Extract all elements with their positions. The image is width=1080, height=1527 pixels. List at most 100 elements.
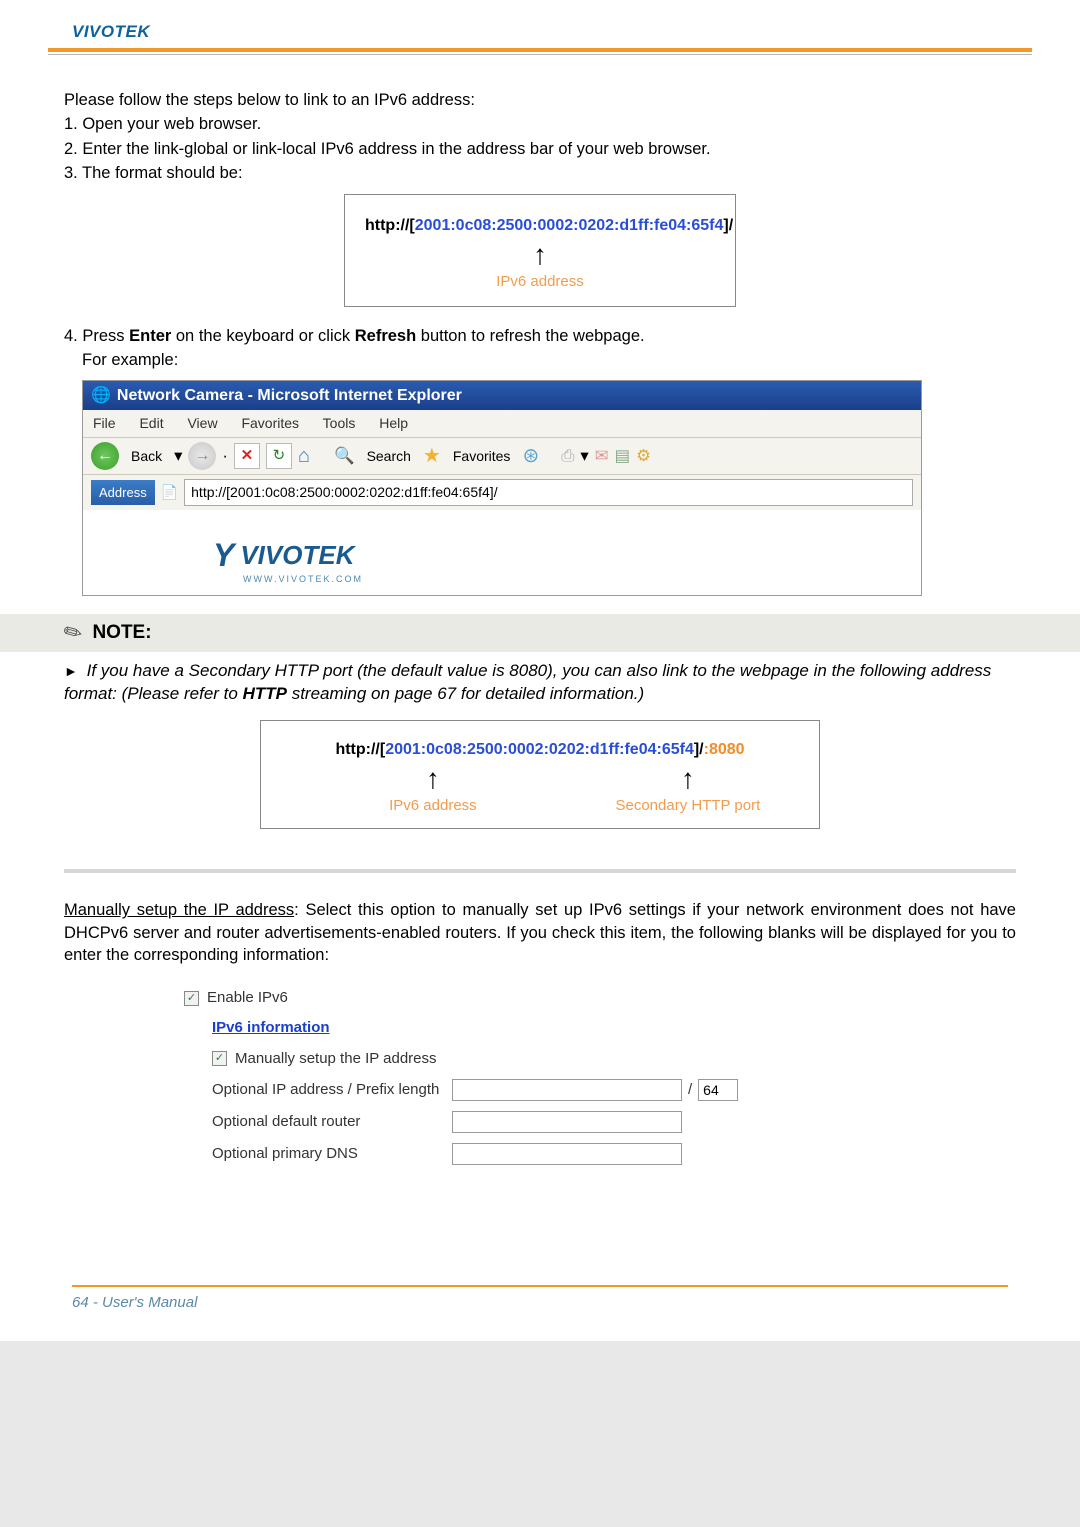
page-footer: 64 - User's Manual xyxy=(0,1175,1080,1341)
favorites-label[interactable]: Favorites xyxy=(447,445,517,468)
enable-ipv6-checkbox[interactable]: ✓ xyxy=(184,991,199,1006)
step-4: 4. Press Enter on the keyboard or click … xyxy=(64,325,1016,347)
optional-router-label: Optional default router xyxy=(212,1112,452,1132)
url-format-text: http://[2001:0c08:2500:0002:0202:d1ff:fe… xyxy=(365,215,715,237)
optional-dns-label: Optional primary DNS xyxy=(212,1144,452,1164)
browser-titlebar: 🌐 Network Camera - Microsoft Internet Ex… xyxy=(83,381,921,411)
intro-line: Please follow the steps below to link to… xyxy=(64,89,1016,111)
browser-toolbar: ← Back ▾ → · ✕ ↻ ⌂ 🔍 Search ★ Favorites … xyxy=(83,438,921,475)
ipv6-information-link[interactable]: IPv6 information xyxy=(212,1018,330,1038)
logo-subtext: WWW.VIVOTEK.COM xyxy=(243,573,921,585)
toolbar-extra-3-icon[interactable]: ▤ xyxy=(615,445,631,467)
url2-port: 8080 xyxy=(709,741,745,759)
note-text-post: streaming on page 67 for detailed inform… xyxy=(287,684,644,703)
home-button-icon[interactable]: ⌂ xyxy=(298,443,310,470)
section-divider xyxy=(64,869,1016,873)
arrow-up-icon: ↑ xyxy=(533,241,547,269)
optional-ip-label: Optional IP address / Prefix length xyxy=(212,1080,452,1100)
ie-logo-icon: 🌐 xyxy=(91,385,111,407)
media-button-icon[interactable]: ⊛ xyxy=(522,443,539,470)
refresh-bold: Refresh xyxy=(355,327,416,345)
step-4-example: For example: xyxy=(82,349,1016,371)
dropdown-2-icon[interactable]: ▾ xyxy=(580,445,588,467)
ipv6-settings-panel: ✓ Enable IPv6 IPv6 information ✓ Manuall… xyxy=(184,988,1016,1165)
sep: · xyxy=(222,445,228,467)
dropdown-icon[interactable]: ▾ xyxy=(174,445,182,467)
triangle-bullet-icon: ► xyxy=(64,663,78,679)
note-heading-bar: ✎ NOTE: xyxy=(0,614,1080,652)
step-3: 3. The format should be: xyxy=(64,162,1016,184)
note-body: ► If you have a Secondary HTTP port (the… xyxy=(0,652,1080,706)
optional-dns-input[interactable] xyxy=(452,1143,682,1165)
enable-ipv6-row: ✓ Enable IPv6 xyxy=(184,988,1016,1008)
url-prefix: http:// xyxy=(365,217,409,234)
address-bar[interactable]: http://[2001:0c08:2500:0002:0202:d1ff:fe… xyxy=(184,479,913,506)
browser-title: Network Camera - Microsoft Internet Expl… xyxy=(117,385,462,407)
optional-ip-input[interactable] xyxy=(452,1079,682,1101)
url-suffix: / xyxy=(729,217,733,234)
browser-menubar: File Edit View Favorites Tools Help xyxy=(83,410,921,438)
arrow-up-icon-2: ↑ xyxy=(426,765,440,793)
header-rule-orange xyxy=(48,48,1032,52)
url2-arrows: ↑ ↑ xyxy=(285,761,795,793)
manual-heading: Manually setup the IP address xyxy=(64,901,294,919)
prefix-separator: / xyxy=(688,1080,692,1100)
brand-text: VIVOTEK xyxy=(72,22,1008,42)
url2-ipv6-addr: 2001:0c08:2500:0002:0202:d1ff:fe04:65f4 xyxy=(385,741,694,759)
page-icon: 📄 xyxy=(161,483,178,502)
menu-help[interactable]: Help xyxy=(379,415,408,431)
search-label[interactable]: Search xyxy=(361,445,417,468)
page-header: VIVOTEK xyxy=(0,0,1080,48)
url2-label-ipv6: IPv6 address xyxy=(285,797,581,814)
note-pencil-icon: ✎ xyxy=(59,618,88,650)
footer-text: 64 - User's Manual xyxy=(72,1294,1008,1311)
toolbar-extra-2-icon[interactable]: ✉ xyxy=(595,445,609,467)
step-2: 2. Enter the link-global or link-local I… xyxy=(64,138,1016,160)
refresh-button-icon[interactable]: ↻ xyxy=(266,443,292,469)
back-button-label[interactable]: Back xyxy=(125,445,168,468)
optional-router-input[interactable] xyxy=(452,1111,682,1133)
ipv6-addr-label: IPv6 address xyxy=(365,272,715,292)
stop-button-icon[interactable]: ✕ xyxy=(234,443,260,469)
url2-prefix: http:// xyxy=(335,741,379,759)
address-label: Address xyxy=(91,480,155,506)
url-format-box-2: http://[2001:0c08:2500:0002:0202:d1ff:fe… xyxy=(260,720,820,829)
url-ipv6-addr: 2001:0c08:2500:0002:0202:d1ff:fe04:65f4 xyxy=(415,217,724,234)
logo-text: VIVOTEK xyxy=(240,538,354,573)
menu-edit[interactable]: Edit xyxy=(139,415,163,431)
vivotek-logo: Y VIVOTEK xyxy=(213,534,921,577)
ipv6-info-row: IPv6 information xyxy=(212,1018,1016,1038)
arrow-up-icon-3: ↑ xyxy=(681,765,695,793)
menu-favorites[interactable]: Favorites xyxy=(241,415,299,431)
url2-labels: IPv6 address Secondary HTTP port xyxy=(285,795,795,814)
logo-mark-icon: Y xyxy=(213,534,234,577)
step-1: 1. Open your web browser. xyxy=(64,113,1016,135)
manual-ip-row: ✓ Manually setup the IP address xyxy=(212,1049,1016,1069)
search-icon[interactable]: 🔍 xyxy=(334,445,355,467)
optional-ip-row: Optional IP address / Prefix length / xyxy=(212,1079,1016,1101)
browser-viewport: Y VIVOTEK WWW.VIVOTEK.COM xyxy=(83,510,921,595)
prefix-length-input[interactable] xyxy=(698,1079,738,1101)
toolbar-extra-1-icon[interactable]: ⎙ xyxy=(561,445,574,467)
toolbar-extra-4-icon[interactable]: ⚙ xyxy=(636,445,651,467)
url2-label-port: Secondary HTTP port xyxy=(581,797,795,814)
manual-ip-checkbox[interactable]: ✓ xyxy=(212,1051,227,1066)
note-heading: NOTE: xyxy=(92,622,151,644)
optional-dns-row: Optional primary DNS xyxy=(212,1143,1016,1165)
main-content: Please follow the steps below to link to… xyxy=(0,55,1080,596)
menu-view[interactable]: View xyxy=(187,415,217,431)
favorites-icon[interactable]: ★ xyxy=(423,443,441,470)
url-format-box-1: http://[2001:0c08:2500:0002:0202:d1ff:fe… xyxy=(344,194,736,307)
enable-ipv6-label: Enable IPv6 xyxy=(207,988,288,1008)
menu-file[interactable]: File xyxy=(93,415,116,431)
url2-text: http://[2001:0c08:2500:0002:0202:d1ff:fe… xyxy=(285,741,795,759)
manual-ip-label: Manually setup the IP address xyxy=(235,1049,437,1069)
optional-router-row: Optional default router xyxy=(212,1111,1016,1133)
enter-bold: Enter xyxy=(129,327,171,345)
browser-screenshot: 🌐 Network Camera - Microsoft Internet Ex… xyxy=(82,380,922,597)
menu-tools[interactable]: Tools xyxy=(323,415,356,431)
browser-address-row: Address 📄 http://[2001:0c08:2500:0002:02… xyxy=(83,475,921,510)
back-button-icon[interactable]: ← xyxy=(91,442,119,470)
forward-button-icon[interactable]: → xyxy=(188,442,216,470)
footer-rule xyxy=(72,1285,1008,1287)
